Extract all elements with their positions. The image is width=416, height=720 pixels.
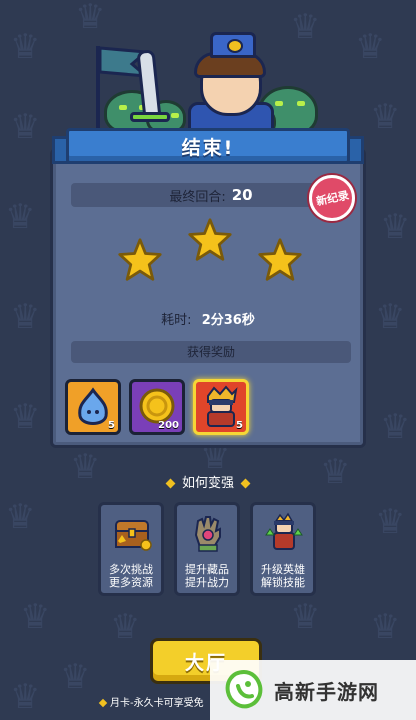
watermark-logo-icon bbox=[225, 669, 263, 709]
crown-icon bbox=[210, 32, 256, 58]
reward-item-coin[interactable]: 200 bbox=[129, 379, 185, 435]
relic-gauntlet-icon bbox=[194, 516, 221, 552]
watermark-text: 高新手游网 bbox=[274, 679, 379, 704]
king-character bbox=[180, 32, 280, 142]
stronger-title-text: 如何变强 bbox=[181, 476, 234, 491]
reward-count: 200 bbox=[158, 420, 179, 431]
final-round-label: 最终回合: bbox=[169, 189, 226, 205]
diamond-icon bbox=[98, 698, 108, 708]
tip-label: 升级英雄 解锁技能 bbox=[261, 563, 305, 589]
star-icon bbox=[118, 238, 162, 281]
result-title: 结束! bbox=[181, 136, 235, 159]
time-value: 2分36秒 bbox=[201, 313, 255, 328]
footer-note: 月卡-永久卡可享受免 bbox=[98, 694, 204, 709]
result-panel: 最终回合: 20 新纪录 耗时: 2分36秒 获得奖励 5 200 5 bbox=[50, 148, 366, 448]
star-icon bbox=[258, 238, 302, 281]
rewards-header: 获得奖励 bbox=[71, 341, 351, 363]
tip-card-hero[interactable]: 升级英雄 解锁技能 bbox=[250, 502, 316, 596]
result-ribbon: 结束! bbox=[66, 128, 350, 164]
star-icon bbox=[188, 218, 232, 261]
tip-card-relic[interactable]: 提升藏品 提升战力 bbox=[174, 502, 240, 596]
reward-count: 5 bbox=[236, 420, 243, 431]
time-label: 耗时: bbox=[161, 313, 192, 328]
tip-card-challenge[interactable]: 多次挑战 更多资源 bbox=[98, 502, 164, 596]
final-round-value: 20 bbox=[231, 186, 253, 204]
tip-label: 提升藏品 提升战力 bbox=[185, 563, 229, 589]
reward-item-hero[interactable]: 5 bbox=[193, 379, 249, 435]
reward-item-slime[interactable]: 5 bbox=[65, 379, 121, 435]
tip-label: 多次挑战 更多资源 bbox=[109, 563, 153, 589]
new-record-badge: 新纪录 bbox=[309, 175, 355, 221]
time-row: 耗时: 2分36秒 bbox=[53, 309, 363, 328]
sword-hilt bbox=[130, 112, 170, 122]
reward-count: 5 bbox=[108, 420, 115, 431]
treasure-chest-icon bbox=[115, 520, 152, 551]
upgrade-hero-icon bbox=[265, 512, 303, 550]
stronger-section-title: 如何变强 bbox=[0, 472, 416, 491]
new-record-label: 新纪录 bbox=[314, 188, 350, 209]
watermark: 高新手游网 bbox=[210, 660, 416, 720]
diamond-icon bbox=[165, 478, 176, 489]
diamond-icon bbox=[240, 478, 251, 489]
